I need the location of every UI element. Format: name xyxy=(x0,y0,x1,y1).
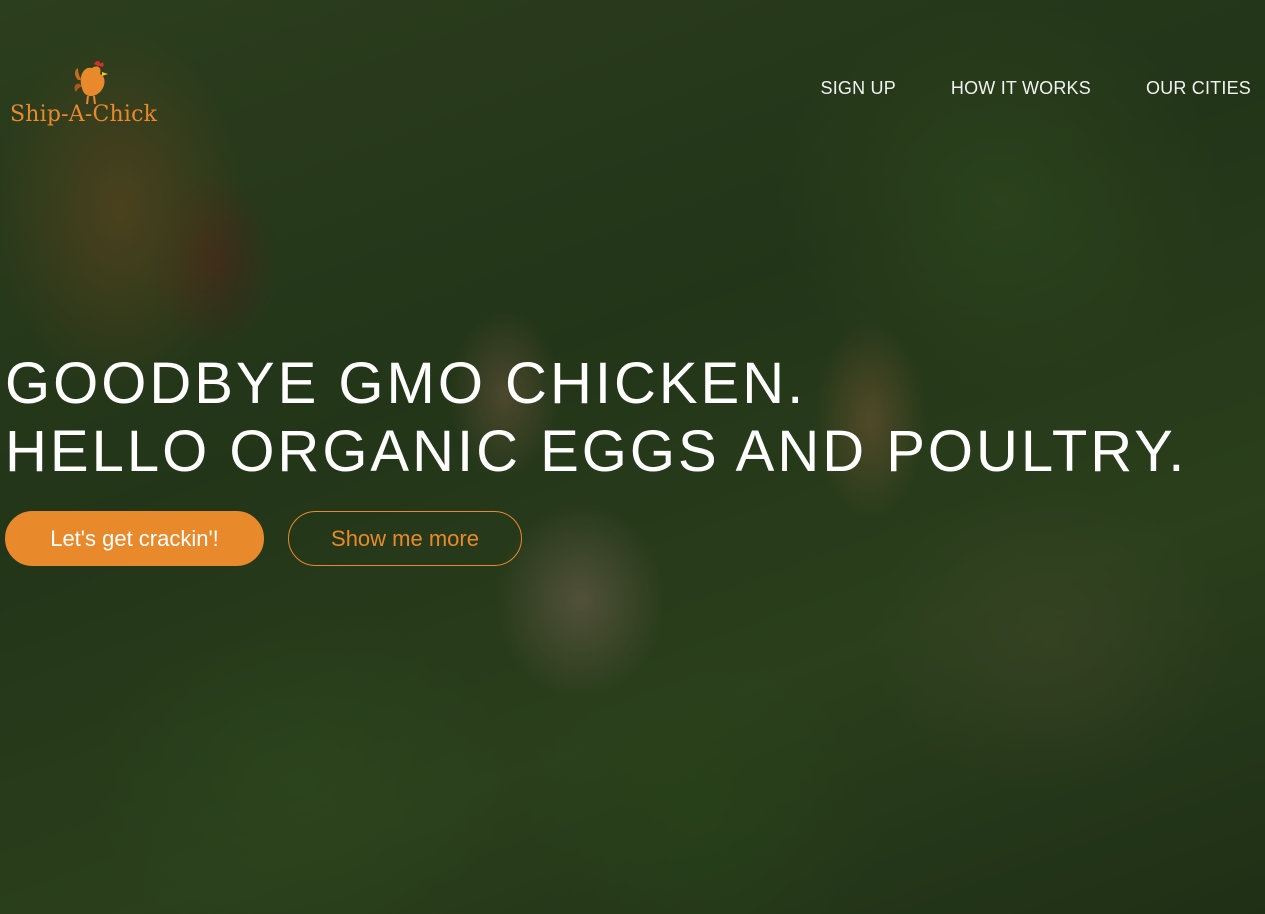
nav-item-sign-up[interactable]: SIGN UP xyxy=(820,78,895,99)
hero-headline-line-1: GOODBYE GMO CHICKEN. xyxy=(5,351,807,416)
nav-item-our-cities[interactable]: OUR CITIES xyxy=(1146,78,1251,99)
hero-cta-group: Let's get crackin'! Show me more xyxy=(5,511,522,566)
hero-headline: GOODBYE GMO CHICKEN. HELLO ORGANIC EGGS … xyxy=(5,350,1187,486)
get-crackin-button[interactable]: Let's get crackin'! xyxy=(5,511,264,566)
hero-section: Ship-A-Chick SIGN UP HOW IT WORKS OUR CI… xyxy=(0,0,1265,914)
rooster-icon xyxy=(72,58,112,106)
nav-item-how-it-works[interactable]: HOW IT WORKS xyxy=(951,78,1091,99)
main-nav: SIGN UP HOW IT WORKS OUR CITIES xyxy=(820,78,1251,99)
site-header: Ship-A-Chick SIGN UP HOW IT WORKS OUR CI… xyxy=(0,0,1265,150)
hero-headline-line-2: HELLO ORGANIC EGGS AND POULTRY. xyxy=(5,419,1188,484)
brand-name: Ship-A-Chick xyxy=(10,102,158,127)
show-more-button[interactable]: Show me more xyxy=(288,511,522,566)
brand-logo[interactable]: Ship-A-Chick xyxy=(10,58,175,132)
